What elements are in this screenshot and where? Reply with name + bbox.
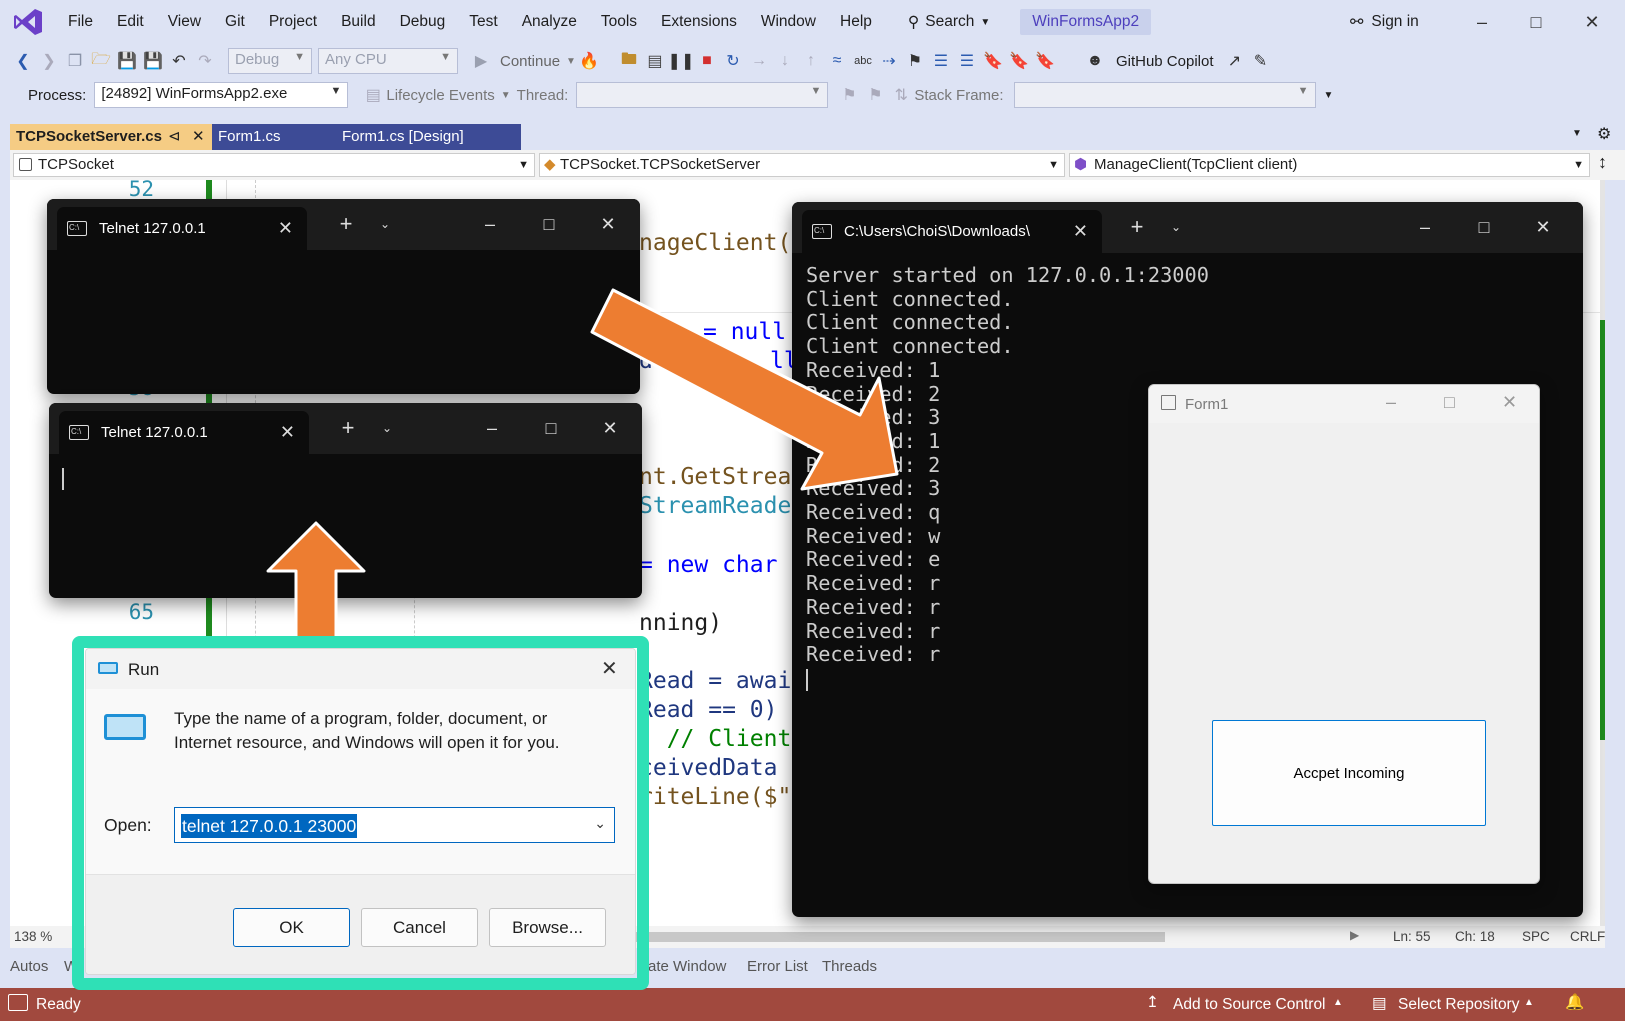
dialog-title: Run bbox=[128, 660, 160, 679]
chevron-down-icon[interactable]: ⌄ bbox=[594, 815, 606, 832]
cancel-button[interactable]: Cancel bbox=[361, 908, 478, 947]
close-icon[interactable]: ✕ bbox=[601, 656, 618, 681]
dialog-footer: OK Cancel Browse... bbox=[86, 874, 635, 974]
open-label: Open: bbox=[104, 815, 152, 835]
arrow-right-icon bbox=[590, 288, 899, 491]
browse-button[interactable]: Browse... bbox=[489, 908, 606, 947]
run-icon bbox=[98, 662, 118, 674]
open-input[interactable]: telnet 127.0.0.1 23000 ⌄ bbox=[174, 807, 615, 843]
run-program-icon bbox=[104, 714, 146, 740]
open-input-value: telnet 127.0.0.1 23000 bbox=[181, 814, 358, 838]
description-line-1: Type the name of a program, folder, docu… bbox=[174, 709, 548, 728]
description-line-2: Internet resource, and Windows will open… bbox=[174, 733, 560, 752]
run-dialog[interactable]: Run ✕ Type the name of a program, folder… bbox=[85, 648, 636, 975]
description: Type the name of a program, folder, docu… bbox=[174, 707, 560, 755]
ok-button[interactable]: OK bbox=[233, 908, 350, 947]
title-bar[interactable]: Run ✕ bbox=[86, 649, 635, 689]
